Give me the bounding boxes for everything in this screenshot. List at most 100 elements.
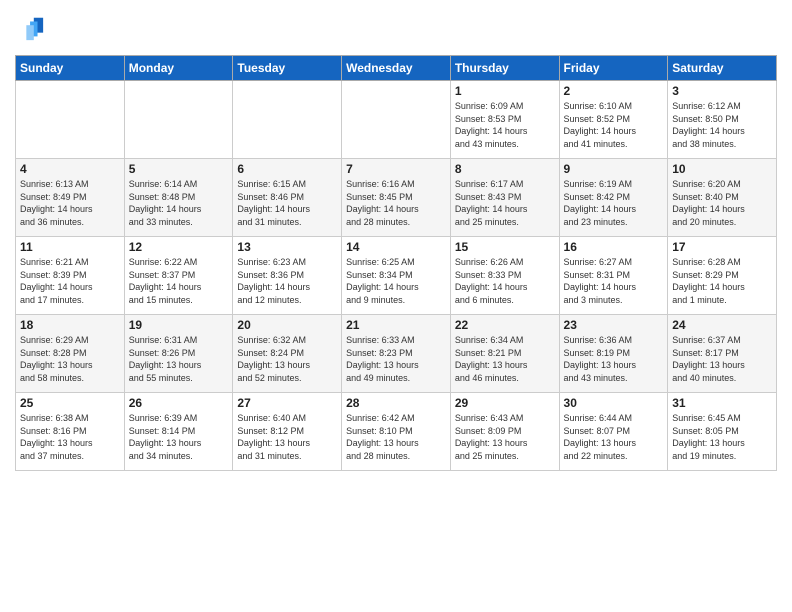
- day-number: 29: [455, 396, 555, 410]
- day-number: 27: [237, 396, 337, 410]
- day-number: 15: [455, 240, 555, 254]
- logo-icon: [17, 14, 45, 42]
- calendar-cell: [124, 81, 233, 159]
- day-header-thursday: Thursday: [450, 56, 559, 81]
- calendar-cell: 31 Sunrise: 6:45 AM Sunset: 8:05 PM Dayli…: [668, 393, 777, 471]
- day-number: 12: [129, 240, 229, 254]
- calendar-week-1: 4 Sunrise: 6:13 AM Sunset: 8:49 PM Daylig…: [16, 159, 777, 237]
- calendar-cell: 20 Sunrise: 6:32 AM Sunset: 8:24 PM Dayli…: [233, 315, 342, 393]
- day-info: Sunrise: 6:28 AM Sunset: 8:29 PM Dayligh…: [672, 256, 772, 306]
- day-info: Sunrise: 6:21 AM Sunset: 8:39 PM Dayligh…: [20, 256, 120, 306]
- calendar-cell: [233, 81, 342, 159]
- day-number: 21: [346, 318, 446, 332]
- day-header-sunday: Sunday: [16, 56, 125, 81]
- day-header-saturday: Saturday: [668, 56, 777, 81]
- day-number: 17: [672, 240, 772, 254]
- calendar-week-4: 25 Sunrise: 6:38 AM Sunset: 8:16 PM Dayli…: [16, 393, 777, 471]
- calendar-cell: 13 Sunrise: 6:23 AM Sunset: 8:36 PM Dayli…: [233, 237, 342, 315]
- day-header-friday: Friday: [559, 56, 668, 81]
- day-info: Sunrise: 6:25 AM Sunset: 8:34 PM Dayligh…: [346, 256, 446, 306]
- header: [15, 10, 777, 47]
- day-info: Sunrise: 6:13 AM Sunset: 8:49 PM Dayligh…: [20, 178, 120, 228]
- day-info: Sunrise: 6:34 AM Sunset: 8:21 PM Dayligh…: [455, 334, 555, 384]
- day-number: 23: [564, 318, 664, 332]
- day-number: 13: [237, 240, 337, 254]
- day-number: 10: [672, 162, 772, 176]
- day-number: 24: [672, 318, 772, 332]
- calendar-cell: 30 Sunrise: 6:44 AM Sunset: 8:07 PM Dayli…: [559, 393, 668, 471]
- day-number: 3: [672, 84, 772, 98]
- day-info: Sunrise: 6:27 AM Sunset: 8:31 PM Dayligh…: [564, 256, 664, 306]
- day-info: Sunrise: 6:31 AM Sunset: 8:26 PM Dayligh…: [129, 334, 229, 384]
- calendar-cell: 2 Sunrise: 6:10 AM Sunset: 8:52 PM Daylig…: [559, 81, 668, 159]
- calendar-cell: 4 Sunrise: 6:13 AM Sunset: 8:49 PM Daylig…: [16, 159, 125, 237]
- calendar-cell: 22Sunrise: 6:34 AM Sunset: 8:21 PM Dayli…: [450, 315, 559, 393]
- calendar-cell: 19 Sunrise: 6:31 AM Sunset: 8:26 PM Dayli…: [124, 315, 233, 393]
- calendar-cell: 28 Sunrise: 6:42 AM Sunset: 8:10 PM Dayli…: [342, 393, 451, 471]
- day-info: Sunrise: 6:09 AM Sunset: 8:53 PM Dayligh…: [455, 100, 555, 150]
- page-container: SundayMondayTuesdayWednesdayThursdayFrid…: [0, 0, 792, 481]
- day-number: 2: [564, 84, 664, 98]
- calendar-cell: 21Sunrise: 6:33 AM Sunset: 8:23 PM Dayli…: [342, 315, 451, 393]
- calendar-cell: 17 Sunrise: 6:28 AM Sunset: 8:29 PM Dayli…: [668, 237, 777, 315]
- day-number: 31: [672, 396, 772, 410]
- day-info: Sunrise: 6:20 AM Sunset: 8:40 PM Dayligh…: [672, 178, 772, 228]
- calendar-cell: 8 Sunrise: 6:17 AM Sunset: 8:43 PM Daylig…: [450, 159, 559, 237]
- day-number: 8: [455, 162, 555, 176]
- logo: [15, 14, 49, 47]
- day-info: Sunrise: 6:32 AM Sunset: 8:24 PM Dayligh…: [237, 334, 337, 384]
- day-info: Sunrise: 6:36 AM Sunset: 8:19 PM Dayligh…: [564, 334, 664, 384]
- calendar-cell: 29 Sunrise: 6:43 AM Sunset: 8:09 PM Dayli…: [450, 393, 559, 471]
- day-number: 4: [20, 162, 120, 176]
- calendar-cell: 9Sunrise: 6:19 AM Sunset: 8:42 PM Daylig…: [559, 159, 668, 237]
- calendar-cell: 11 Sunrise: 6:21 AM Sunset: 8:39 PM Dayli…: [16, 237, 125, 315]
- day-info: Sunrise: 6:43 AM Sunset: 8:09 PM Dayligh…: [455, 412, 555, 462]
- calendar-cell: 14 Sunrise: 6:25 AM Sunset: 8:34 PM Dayli…: [342, 237, 451, 315]
- day-info: Sunrise: 6:38 AM Sunset: 8:16 PM Dayligh…: [20, 412, 120, 462]
- day-number: 14: [346, 240, 446, 254]
- calendar-cell: 27Sunrise: 6:40 AM Sunset: 8:12 PM Dayli…: [233, 393, 342, 471]
- day-info: Sunrise: 6:23 AM Sunset: 8:36 PM Dayligh…: [237, 256, 337, 306]
- calendar-cell: 12Sunrise: 6:22 AM Sunset: 8:37 PM Dayli…: [124, 237, 233, 315]
- day-info: Sunrise: 6:44 AM Sunset: 8:07 PM Dayligh…: [564, 412, 664, 462]
- day-number: 1: [455, 84, 555, 98]
- calendar-week-0: 1 Sunrise: 6:09 AM Sunset: 8:53 PM Daylig…: [16, 81, 777, 159]
- day-number: 11: [20, 240, 120, 254]
- calendar-cell: 1 Sunrise: 6:09 AM Sunset: 8:53 PM Daylig…: [450, 81, 559, 159]
- calendar-cell: 25 Sunrise: 6:38 AM Sunset: 8:16 PM Dayli…: [16, 393, 125, 471]
- day-info: Sunrise: 6:14 AM Sunset: 8:48 PM Dayligh…: [129, 178, 229, 228]
- calendar-week-3: 18 Sunrise: 6:29 AM Sunset: 8:28 PM Dayli…: [16, 315, 777, 393]
- day-number: 19: [129, 318, 229, 332]
- day-number: 5: [129, 162, 229, 176]
- day-number: 18: [20, 318, 120, 332]
- day-info: Sunrise: 6:45 AM Sunset: 8:05 PM Dayligh…: [672, 412, 772, 462]
- day-number: 30: [564, 396, 664, 410]
- day-info: Sunrise: 6:16 AM Sunset: 8:45 PM Dayligh…: [346, 178, 446, 228]
- day-number: 26: [129, 396, 229, 410]
- day-number: 25: [20, 396, 120, 410]
- calendar-cell: 10 Sunrise: 6:20 AM Sunset: 8:40 PM Dayli…: [668, 159, 777, 237]
- day-info: Sunrise: 6:12 AM Sunset: 8:50 PM Dayligh…: [672, 100, 772, 150]
- day-info: Sunrise: 6:15 AM Sunset: 8:46 PM Dayligh…: [237, 178, 337, 228]
- calendar-body: 1 Sunrise: 6:09 AM Sunset: 8:53 PM Daylig…: [16, 81, 777, 471]
- day-info: Sunrise: 6:17 AM Sunset: 8:43 PM Dayligh…: [455, 178, 555, 228]
- calendar-cell: 7Sunrise: 6:16 AM Sunset: 8:45 PM Daylig…: [342, 159, 451, 237]
- calendar-cell: [342, 81, 451, 159]
- calendar-cell: 3 Sunrise: 6:12 AM Sunset: 8:50 PM Daylig…: [668, 81, 777, 159]
- day-info: Sunrise: 6:29 AM Sunset: 8:28 PM Dayligh…: [20, 334, 120, 384]
- calendar-cell: 23 Sunrise: 6:36 AM Sunset: 8:19 PM Dayli…: [559, 315, 668, 393]
- calendar-cell: 6Sunrise: 6:15 AM Sunset: 8:46 PM Daylig…: [233, 159, 342, 237]
- calendar-table: SundayMondayTuesdayWednesdayThursdayFrid…: [15, 55, 777, 471]
- calendar-cell: 5 Sunrise: 6:14 AM Sunset: 8:48 PM Daylig…: [124, 159, 233, 237]
- day-number: 16: [564, 240, 664, 254]
- day-info: Sunrise: 6:37 AM Sunset: 8:17 PM Dayligh…: [672, 334, 772, 384]
- calendar-cell: [16, 81, 125, 159]
- day-info: Sunrise: 6:10 AM Sunset: 8:52 PM Dayligh…: [564, 100, 664, 150]
- day-number: 28: [346, 396, 446, 410]
- day-header-tuesday: Tuesday: [233, 56, 342, 81]
- day-header-monday: Monday: [124, 56, 233, 81]
- day-info: Sunrise: 6:42 AM Sunset: 8:10 PM Dayligh…: [346, 412, 446, 462]
- day-info: Sunrise: 6:26 AM Sunset: 8:33 PM Dayligh…: [455, 256, 555, 306]
- calendar-cell: 24 Sunrise: 6:37 AM Sunset: 8:17 PM Dayli…: [668, 315, 777, 393]
- day-number: 20: [237, 318, 337, 332]
